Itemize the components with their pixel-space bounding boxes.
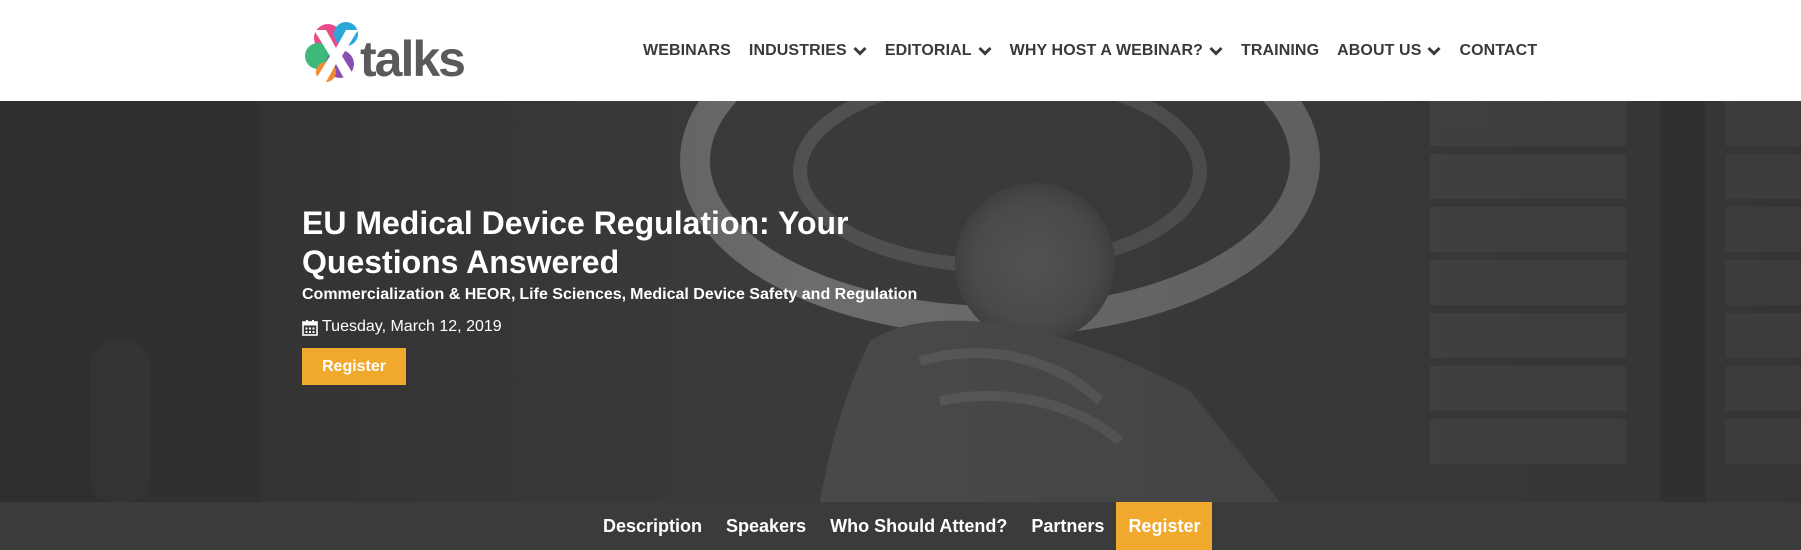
logo-wordmark: talks (360, 31, 464, 86)
nav-label: EDITORIAL (884, 41, 972, 59)
nav-why-host[interactable]: WHY HOST A WEBINAR? (1010, 42, 1223, 60)
nav-contact[interactable]: CONTACT (1459, 42, 1537, 60)
chevron-down-icon (853, 46, 867, 56)
nav-industries[interactable]: INDUSTRIES (749, 42, 867, 60)
category-separator: , (621, 286, 627, 303)
tab-description[interactable]: Description (591, 502, 714, 550)
category-link[interactable]: Life Sciences (519, 286, 621, 304)
nav-label: WEBINARS (643, 41, 731, 59)
chevron-down-icon (978, 46, 992, 56)
tab-register[interactable]: Register (1116, 502, 1213, 550)
nav-about-us[interactable]: ABOUT US (1337, 41, 1442, 60)
date-text: Tuesday, March 12, 2019 (322, 318, 502, 335)
tab-speakers[interactable]: Speakers (714, 502, 818, 550)
xtalks-x-logo-icon (305, 22, 358, 82)
webinar-title: EU Medical Device Regulation: Your Quest… (302, 205, 849, 280)
nav-webinars[interactable]: WEBINARS (643, 42, 731, 60)
category-links: Commercialization & HEOR , Life Sciences… (302, 286, 1022, 304)
chevron-down-icon (1427, 46, 1442, 56)
nav-label: ABOUT US (1337, 41, 1422, 59)
nav-label: CONTACT (1459, 41, 1538, 59)
nav-training[interactable]: TRAINING (1241, 42, 1319, 60)
section-tabs: Description Speakers Who Should Attend? … (0, 502, 1801, 550)
nav-label: WHY HOST A WEBINAR? (1009, 41, 1203, 59)
hero-banner: EU Medical Device Regulation: Your Quest… (0, 101, 1801, 502)
tab-partners[interactable]: Partners (1019, 502, 1116, 550)
category-separator: , (510, 286, 516, 303)
page: talks WEBINARS INDUSTRIES EDITORIAL WHY … (0, 0, 1801, 550)
nav-label: TRAINING (1240, 41, 1320, 59)
register-button[interactable]: Register (302, 348, 406, 385)
section-tabs-inner: Description Speakers Who Should Attend? … (591, 502, 1213, 550)
xtalks-logo[interactable]: talks (302, 16, 488, 86)
site-header: talks WEBINARS INDUSTRIES EDITORIAL WHY … (0, 0, 1801, 101)
chevron-down-icon (1209, 46, 1223, 56)
webinar-date: Tuesday, March 12, 2019 (302, 318, 1022, 336)
nav-label: INDUSTRIES (748, 41, 847, 59)
hero-content: EU Medical Device Regulation: Your Quest… (302, 204, 1022, 385)
tab-who-should-attend[interactable]: Who Should Attend? (818, 502, 1019, 550)
category-link[interactable]: Commercialization & HEOR (302, 286, 511, 304)
category-link[interactable]: Medical Device Safety and Regulation (630, 286, 917, 304)
nav-editorial[interactable]: EDITORIAL (885, 42, 992, 60)
main-nav: WEBINARS INDUSTRIES EDITORIAL WHY HOST A… (643, 0, 1537, 101)
calendar-icon (302, 319, 318, 336)
